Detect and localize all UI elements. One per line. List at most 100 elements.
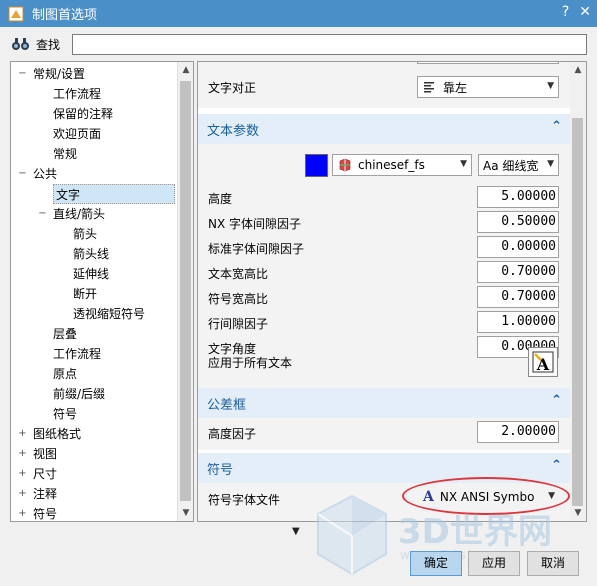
tree-item[interactable]: 工作流程: [53, 84, 101, 104]
tree-item[interactable]: 前缀/后缀: [53, 384, 105, 404]
tree-item-label: 前缀/后缀: [53, 387, 106, 401]
font-a-icon: A: [423, 489, 434, 505]
tree-item-label: 常规/设置: [33, 67, 86, 81]
tree-item[interactable]: 符号: [53, 404, 77, 424]
param-label: 符号宽高比: [208, 292, 269, 306]
tolerance-group: 公差框 ⌃ 高度因子 2.00000: [198, 388, 570, 450]
tree-item[interactable]: 层叠: [53, 324, 77, 344]
tree-item[interactable]: 工作流程: [53, 344, 101, 364]
font-dropdown[interactable]: chinesef_fs ▼: [332, 154, 472, 176]
text-params-group: 文本参数 ⌃ chinesef_fs ▼ Aa 细线宽 ▼ 高度 5.00000 N…: [198, 114, 570, 391]
param-value-field[interactable]: 0.00000: [477, 236, 559, 258]
chevron-down-icon: ▼: [460, 159, 467, 169]
symbol-font-dropdown[interactable]: A NX ANSI Symbo ▼: [418, 486, 559, 508]
param-value-field[interactable]: 0.70000: [477, 286, 559, 308]
color-swatch[interactable]: [305, 154, 328, 177]
tree-item[interactable]: 常规: [53, 144, 77, 164]
text-style-icon: A: [532, 351, 554, 374]
collapse-minus-icon[interactable]: −: [18, 169, 27, 179]
param-label: 标准字体间隙因子: [208, 242, 305, 256]
close-button[interactable]: ✕: [579, 4, 591, 20]
tree-item[interactable]: 公共: [33, 164, 57, 184]
collapse-caret-icon[interactable]: ⌃: [551, 393, 562, 408]
chevron-down-icon: ▼: [547, 159, 554, 169]
tree-scroll-thumb[interactable]: [180, 81, 191, 501]
tree-item[interactable]: 符号: [33, 504, 57, 521]
height-factor-field[interactable]: 2.00000: [477, 421, 559, 443]
tree-item[interactable]: 透视缩短符号: [73, 304, 145, 324]
text-alignment-label: 文字对正: [208, 81, 257, 95]
collapse-minus-icon[interactable]: −: [18, 69, 27, 79]
param-value-field[interactable]: 1.00000: [477, 311, 559, 333]
tree-item[interactable]: 保留的注释: [53, 104, 113, 124]
tree-item[interactable]: 尺寸: [33, 464, 57, 484]
tree-item-label: 常规: [53, 147, 78, 161]
tree-item-label: 延伸线: [73, 267, 110, 281]
line-style-value: Aa 细线宽: [483, 158, 539, 173]
scroll-down-icon[interactable]: ▼: [570, 505, 586, 521]
expand-plus-icon[interactable]: +: [18, 429, 27, 439]
param-value-field[interactable]: 0.50000: [477, 211, 559, 233]
tree-item-label: 符号: [53, 407, 78, 421]
tree-item[interactable]: 欢迎页面: [53, 124, 101, 144]
align-left-icon: [424, 82, 434, 93]
settings-panel: 文字对正 靠左 ▼ 文本参数 ⌃ chinesef_fs ▼ Aa 细线宽 ▼ …: [197, 61, 587, 522]
text-alignment-dropdown[interactable]: 靠左 ▼: [417, 76, 559, 98]
tree-item-label: 原点: [53, 367, 78, 381]
font-value: chinesef_fs: [358, 158, 425, 172]
tree-item[interactable]: 断开: [73, 284, 97, 304]
search-button[interactable]: 查找: [10, 36, 60, 53]
text-alignment-group: 文字对正 靠左 ▼: [198, 62, 570, 108]
param-value-field[interactable]: 0.70000: [477, 261, 559, 283]
expand-plus-icon[interactable]: +: [18, 509, 27, 519]
tolerance-header[interactable]: 公差框 ⌃: [198, 388, 570, 418]
expand-plus-icon[interactable]: +: [18, 489, 27, 499]
ok-button[interactable]: 确定: [410, 551, 462, 576]
scroll-up-icon[interactable]: ▲: [570, 62, 586, 78]
tree-item[interactable]: 注释: [33, 484, 57, 504]
chevron-down-icon: ▼: [547, 81, 554, 91]
param-value-field[interactable]: 5.00000: [477, 186, 559, 208]
tree-item[interactable]: 延伸线: [73, 264, 109, 284]
param-label: 行间隙因子: [208, 317, 269, 331]
tree-item[interactable]: 箭头: [73, 224, 97, 244]
collapse-caret-icon[interactable]: ⌃: [551, 458, 562, 473]
tree-item[interactable]: 直线/箭头: [53, 204, 105, 224]
collapse-minus-icon[interactable]: −: [38, 209, 47, 219]
tree-scrollbar[interactable]: ▲ ▼: [177, 62, 193, 521]
tree-item-label: 文字: [56, 188, 81, 202]
tree-item[interactable]: 图纸格式: [33, 424, 81, 444]
cancel-button[interactable]: 取消: [527, 551, 579, 576]
apply-all-button[interactable]: A: [528, 347, 558, 377]
tree-item-label: 工作流程: [53, 87, 102, 101]
tree-item[interactable]: 原点: [53, 364, 77, 384]
binoculars-icon: [12, 38, 29, 50]
settings-scrollbar[interactable]: ▲ ▼: [570, 62, 586, 521]
tree-item[interactable]: 视图: [33, 444, 57, 464]
expand-plus-icon[interactable]: +: [18, 449, 27, 459]
search-label: 查找: [36, 37, 61, 52]
symbols-header[interactable]: 符号 ⌃: [198, 453, 570, 483]
text-params-title: 文本参数: [207, 124, 260, 139]
help-button[interactable]: ?: [562, 4, 569, 20]
line-style-dropdown[interactable]: Aa 细线宽 ▼: [478, 154, 559, 176]
search-input[interactable]: [72, 34, 587, 55]
app-icon: [8, 6, 24, 21]
expand-plus-icon[interactable]: +: [18, 469, 27, 479]
tree-item-label: 箭头: [73, 227, 98, 241]
tree-item[interactable]: 箭头线: [73, 244, 109, 264]
scroll-up-icon[interactable]: ▲: [178, 62, 193, 78]
apply-button[interactable]: 应用: [468, 551, 520, 576]
tree-item[interactable]: 文字: [53, 184, 175, 204]
expand-dialog-icon[interactable]: ▼: [292, 526, 300, 537]
symbols-group: 符号 ⌃ 符号字体文件 A NX ANSI Symbo ▼: [198, 453, 570, 521]
clipped-dropdown[interactable]: [417, 62, 559, 64]
text-params-header[interactable]: 文本参数 ⌃: [198, 114, 570, 144]
tree-item-label: 层叠: [53, 327, 78, 341]
tree-item-label: 透视缩短符号: [73, 307, 146, 321]
tree-item-label: 尺寸: [33, 467, 58, 481]
collapse-caret-icon[interactable]: ⌃: [551, 119, 562, 134]
tree-item[interactable]: 常规/设置: [33, 64, 85, 84]
scroll-down-icon[interactable]: ▼: [178, 505, 193, 521]
settings-scroll-thumb[interactable]: [572, 118, 583, 506]
